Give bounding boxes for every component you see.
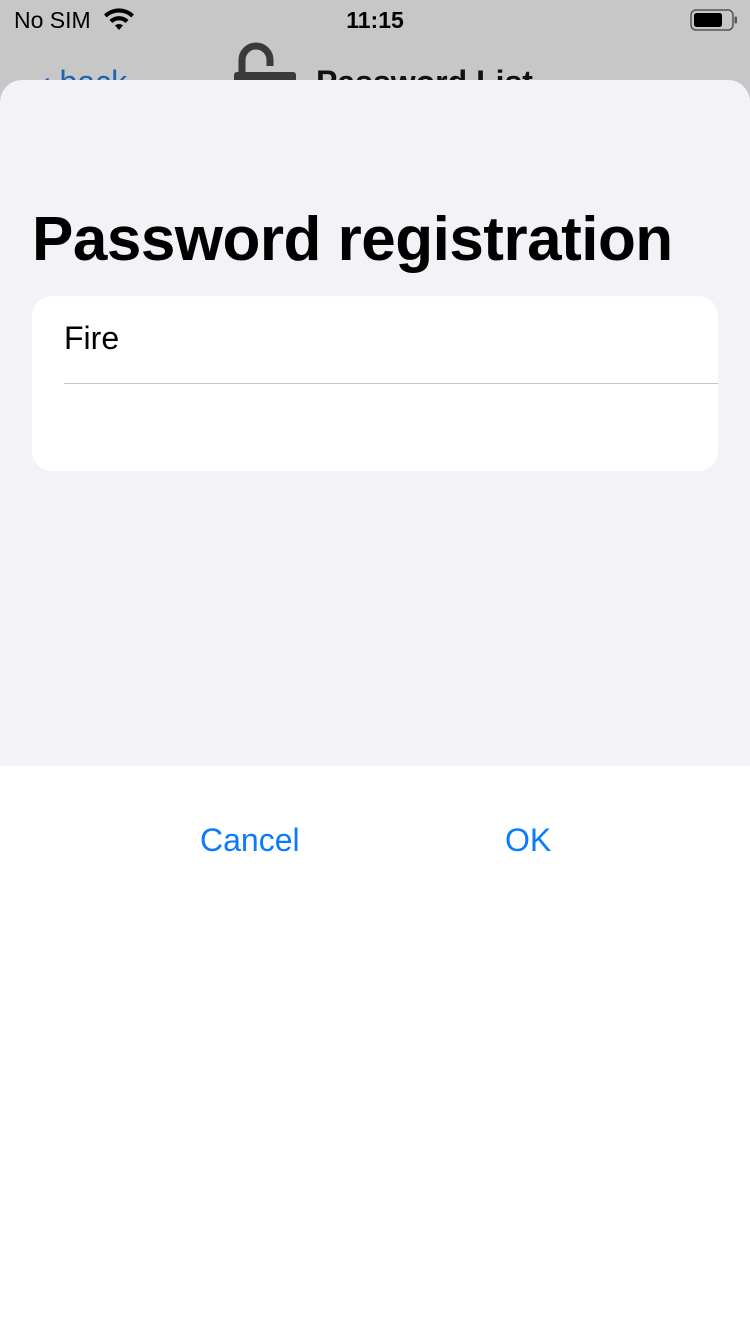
action-bar: Cancel OK	[0, 766, 750, 1334]
clock: 11:15	[346, 7, 404, 33]
sheet-title: Password registration	[32, 205, 673, 274]
form-card: Fire	[32, 296, 718, 471]
battery-icon	[690, 9, 737, 31]
status-bar: No SIM 11:15	[0, 0, 750, 40]
cancel-button[interactable]: Cancel	[200, 822, 300, 859]
password-field[interactable]	[64, 384, 698, 471]
registration-sheet: Password registration Fire Cancel OK	[0, 80, 750, 1334]
name-field[interactable]: Fire	[64, 320, 119, 357]
screen: No SIM 11:15 ‹ back Password List Passwo…	[0, 0, 750, 1334]
ok-button[interactable]: OK	[505, 822, 551, 859]
